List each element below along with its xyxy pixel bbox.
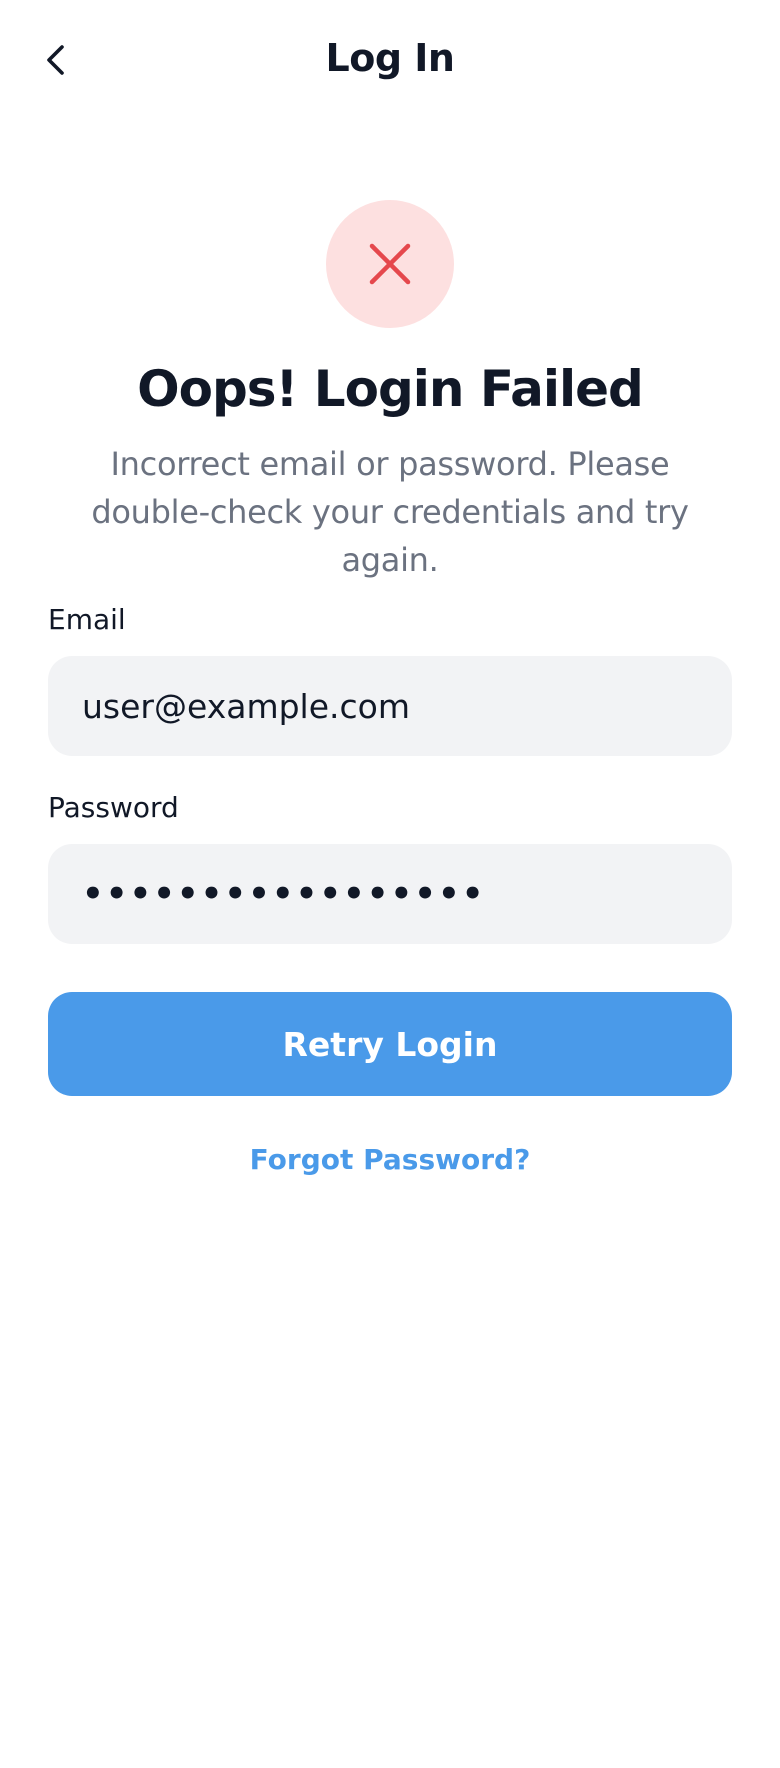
- email-label: Email: [48, 603, 126, 636]
- header: Log In: [0, 0, 780, 120]
- close-icon: [369, 243, 411, 285]
- retry-login-button[interactable]: Retry Login: [48, 992, 732, 1096]
- password-label: Password: [48, 791, 179, 824]
- error-status-circle: [326, 200, 454, 328]
- forgot-password-link[interactable]: Forgot Password?: [0, 1143, 780, 1176]
- email-field[interactable]: [48, 656, 732, 756]
- error-headline: Oops! Login Failed: [137, 360, 644, 418]
- password-field[interactable]: •••••••••••••••••: [48, 844, 732, 944]
- error-message: Incorrect email or password. Please doub…: [91, 445, 689, 579]
- page-title: Log In: [325, 36, 455, 80]
